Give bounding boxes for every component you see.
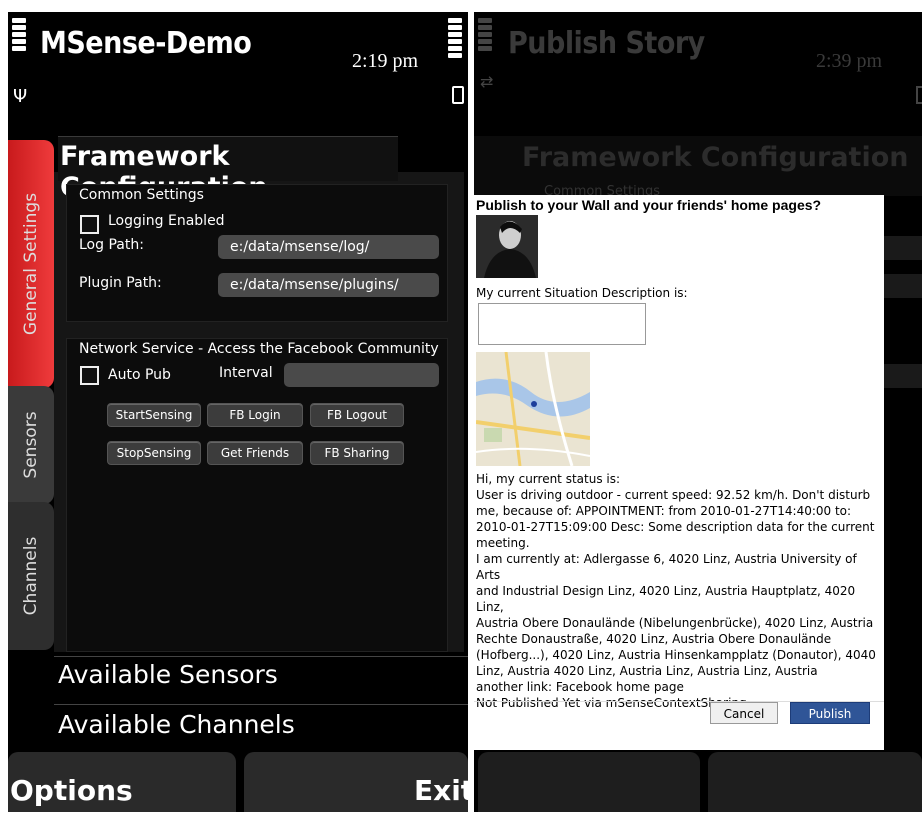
- network-service-heading: Network Service - Access the Facebook Co…: [79, 341, 439, 357]
- tab-channels[interactable]: Channels: [8, 502, 54, 650]
- battery-level-icon: [448, 18, 462, 60]
- available-sensors-section[interactable]: Available Sensors: [58, 660, 278, 689]
- status-line: Austria Obere Donaulände (Nibelungenbrüc…: [476, 616, 874, 630]
- auto-pub-label: Auto Pub: [108, 367, 171, 383]
- antenna-icon: Ψ: [13, 86, 28, 107]
- fb-logout-button[interactable]: FB Logout: [310, 403, 404, 427]
- stop-sensing-button[interactable]: StopSensing: [107, 441, 201, 465]
- auto-pub-checkbox[interactable]: [80, 366, 99, 385]
- profile-picture: [476, 215, 538, 278]
- exit-label: Exit: [414, 774, 468, 807]
- status-line: Rechte Donaustraße, 4020 Linz, Austria O…: [476, 632, 832, 646]
- logging-checkbox[interactable]: [80, 215, 99, 234]
- location-map: [476, 352, 590, 466]
- status-line: (Hofberg...), 4020 Linz, Austria Hinsenk…: [476, 648, 876, 662]
- common-settings-heading: Common Settings: [79, 187, 204, 203]
- app-title: Publish Story: [508, 26, 705, 61]
- publish-dialog: Publish to your Wall and your friends' h…: [474, 195, 884, 750]
- status-line: me, because of: APPOINTMENT: from 2010-0…: [476, 504, 852, 518]
- tab-general-settings[interactable]: General Settings: [8, 140, 54, 388]
- status-line: another link: Facebook home page: [476, 680, 684, 694]
- bg-panel-title: Framework Configuration: [522, 142, 909, 173]
- divider: [54, 656, 468, 657]
- tab-sensors[interactable]: Sensors: [8, 386, 54, 504]
- tab-label: General Settings: [21, 192, 41, 336]
- plugin-path-label: Plugin Path:: [79, 275, 162, 291]
- cancel-button[interactable]: Cancel: [710, 702, 778, 724]
- bg-field: [884, 236, 922, 260]
- dialog-title: Publish to your Wall and your friends' h…: [476, 197, 822, 213]
- status-line: and Industrial Design Linz, 4020 Linz, A…: [476, 584, 856, 614]
- start-sensing-button[interactable]: StartSensing: [107, 403, 201, 427]
- bg-field: [884, 274, 922, 298]
- battery-icon: [452, 86, 464, 104]
- fb-login-button[interactable]: FB Login: [207, 403, 303, 427]
- right-softkey[interactable]: [708, 752, 922, 812]
- get-friends-button[interactable]: Get Friends: [207, 441, 303, 465]
- log-path-input[interactable]: e:/data/msense/log/: [218, 235, 439, 259]
- left-softkey[interactable]: [478, 752, 700, 812]
- publish-button[interactable]: Publish: [790, 702, 870, 724]
- fb-sharing-button[interactable]: FB Sharing: [310, 441, 404, 465]
- tab-label: Channels: [21, 536, 41, 616]
- publish-story-screen: ⇄ Publish Story 2:39 pm Framework Config…: [474, 12, 922, 812]
- logging-label: Logging Enabled: [108, 213, 225, 229]
- status-line: Linz, Austria 4020 Linz, Austria Linz, A…: [476, 664, 818, 678]
- signal-strength-icon: [12, 18, 26, 53]
- plugin-path-input[interactable]: e:/data/msense/plugins/: [218, 273, 439, 297]
- interval-input[interactable]: [284, 363, 439, 387]
- battery-icon: [916, 86, 922, 104]
- status-text: Hi, my current status is: User is driving…: [476, 471, 884, 711]
- msense-demo-screen: Ψ MSense-Demo 2:19 pm General Settings S…: [8, 12, 468, 812]
- data-transfer-icon: ⇄: [480, 72, 494, 91]
- bg-field: [884, 364, 922, 388]
- status-line: meeting.: [476, 536, 530, 550]
- available-channels-section[interactable]: Available Channels: [58, 710, 295, 739]
- status-line: I am currently at: Adlergasse 6, 4020 Li…: [476, 552, 857, 582]
- panel-header: Framework Configuration: [58, 136, 398, 203]
- signal-strength-icon: [478, 18, 492, 53]
- options-label: Options: [10, 774, 133, 807]
- tab-label: Sensors: [21, 411, 41, 479]
- status-line: Hi, my current status is:: [476, 472, 621, 486]
- description-label: My current Situation Description is:: [476, 286, 688, 300]
- divider: [54, 704, 468, 705]
- status-line: User is driving outdoor - current speed:…: [476, 488, 871, 502]
- status-line: 2010-01-27T15:09:00 Desc: Some descripti…: [476, 520, 875, 534]
- clock: 2:19 pm: [352, 50, 419, 72]
- description-textarea[interactable]: [478, 303, 646, 345]
- clock: 2:39 pm: [816, 50, 883, 72]
- interval-label: Interval: [219, 365, 273, 381]
- app-title: MSense-Demo: [40, 26, 252, 61]
- log-path-label: Log Path:: [79, 237, 144, 253]
